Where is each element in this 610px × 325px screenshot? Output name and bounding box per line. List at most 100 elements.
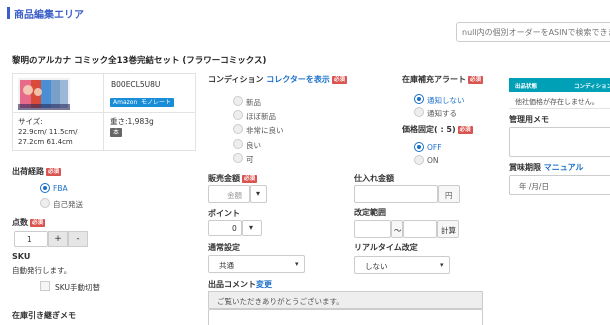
range-min-input[interactable] [354,220,391,238]
chevron-down-icon: ▾ [249,223,254,232]
product-thumbnail[interactable] [18,78,70,110]
purchase-price-label: 仕入れ金額 [354,174,394,183]
quantity-minus-button[interactable]: - [68,231,88,247]
chevron-down-icon: ▾ [256,189,261,198]
condition-label: コンディション コレクターを表示 必須 [208,74,347,85]
expiry-date-input[interactable]: 年 /月/日 [509,175,610,195]
points-value: 0 [232,224,237,233]
price-label: 販売金額 必須 [208,173,258,184]
range-separator-text: 〜 [394,226,402,235]
calc-button[interactable]: 計算 [437,220,459,238]
price-lock-off-label[interactable]: OFF [427,143,442,152]
weight-label: 重さ:1,983g [110,117,154,126]
price-dropdown-button[interactable]: ▾ [250,185,267,203]
asin-search-input[interactable] [456,22,610,42]
calc-button-label: 計算 [441,226,456,235]
condition-like-new-radio[interactable] [233,110,243,120]
range-max-input[interactable] [403,220,437,238]
condition-very-good-radio[interactable] [233,124,243,134]
sku-manual-label[interactable]: SKU手動切替 [55,282,100,293]
shipping-setting-label: 通常設定 [208,243,240,252]
restock-off-radio[interactable] [414,94,424,104]
expiry-placeholder: 年 /月/日 [519,182,549,191]
collector-toggle-link[interactable]: コレクターを表示 [266,75,330,84]
divider [12,112,196,113]
chevron-down-icon: ▾ [440,261,444,269]
page-title: 商品編集エリア [14,10,84,21]
quantity-value: 1 [27,235,32,244]
price-lock-label-text: 価格固定( : 5) [402,125,456,134]
expiry-manual-link[interactable]: マニュアル [544,163,584,172]
quantity-plus-button[interactable]: + [48,231,68,247]
realtime-value: しない [365,262,388,271]
shipping-fba-radio[interactable] [40,183,50,193]
restock-on-radio[interactable] [414,107,424,117]
comment-change-link[interactable]: 変更 [256,280,272,289]
required-badge: 必須 [457,125,473,134]
restock-alert-label: 在庫補充アラート 必須 [402,74,484,85]
realtime-label: リアルタイム改定 [354,243,418,252]
required-badge: 必須 [46,167,62,176]
price-lock-off-radio[interactable] [414,142,424,152]
condition-new-radio[interactable] [233,96,243,106]
size-value: 22.9cm/ 11.5cm/ 27.2cm 61.4cm [18,128,78,146]
sku-label: SKU [12,252,31,261]
purchase-price-input[interactable] [354,185,438,203]
condition-very-good-label[interactable]: 非常に良い [246,125,284,136]
required-badge: 必須 [468,75,484,84]
condition-like-new-label[interactable]: ほぼ新品 [246,111,276,122]
divider [103,112,104,151]
condition-new-label[interactable]: 新品 [246,97,261,108]
shipping-setting-select[interactable]: 共通 ▾ [208,255,305,273]
competitor-table-header: 出品状態 コンディション [509,78,610,92]
sku-manual-checkbox[interactable] [40,281,50,291]
price-lock-on-radio[interactable] [414,155,424,165]
price-lock-label: 価格固定( : 5) 必須 [402,124,473,135]
required-badge: 必須 [331,75,347,84]
quantity-input[interactable]: 1 [14,231,48,247]
yen-unit: 円 [438,185,460,203]
restock-on-label[interactable]: 通知する [427,108,457,119]
shipping-route-label-text: 出荷経路 [12,167,44,176]
points-dropdown-button[interactable]: ▾ [242,220,262,236]
handover-memo-label: 在庫引き継ぎメモ [12,311,76,320]
shipping-self-radio[interactable] [40,198,50,208]
competitor-table-empty-text: 他社価格が存在しません。 [515,98,599,106]
product-title: 黎明のアルカナ コミック全13巻完結セット (フラワーコミックス) [12,56,267,66]
amazon-link-badge[interactable]: Amazon [110,98,141,107]
shipping-self-label[interactable]: 自己発送 [53,199,83,210]
restock-off-label[interactable]: 通知しない [427,95,465,106]
category-badge: 本 [110,128,123,137]
price-input[interactable]: 金額 [208,185,250,203]
shipping-setting-value: 共通 [219,261,234,270]
comment-value: ご覧いただきありがとうございます。 [217,297,344,306]
required-badge: 必須 [30,218,46,227]
condition-acceptable-label[interactable]: 可 [246,154,254,165]
comment-extra-area[interactable] [208,309,483,325]
price-lock-on-label[interactable]: ON [427,156,439,165]
shipping-fba-label[interactable]: FBA [53,184,68,193]
range-separator: 〜 [391,220,403,238]
size-label: サイズ: [18,117,43,126]
quantity-label: 点数 必須 [12,217,46,228]
condition-label-text: コンディション [208,75,264,84]
comment-textarea[interactable]: ご覧いただきありがとうございます。 [208,291,483,309]
product-asin: B00ECL5U8U [111,80,161,89]
range-label: 改定範囲 [354,208,386,217]
realtime-select[interactable]: しない ▾ [354,256,450,274]
expiry-label: 賞味期限 マニュアル [509,162,584,173]
monorate-link-badge[interactable]: モノレート [138,98,175,107]
admin-memo-textarea[interactable] [509,127,610,157]
points-input[interactable]: 0 [208,220,242,236]
divider [103,73,104,112]
condition-good-radio[interactable] [233,139,243,149]
expiry-label-text: 賞味期限 [509,163,541,172]
price-label-text: 販売金額 [208,174,240,183]
condition-good-label[interactable]: 良い [246,140,261,151]
required-badge: 必須 [242,174,258,183]
condition-acceptable-radio[interactable] [233,153,243,163]
header-accent-bar [7,7,10,19]
comment-label-text: 出品コメント [208,280,256,289]
table-header-status: 出品状態 [515,84,538,90]
restock-alert-label-text: 在庫補充アラート [402,75,466,84]
